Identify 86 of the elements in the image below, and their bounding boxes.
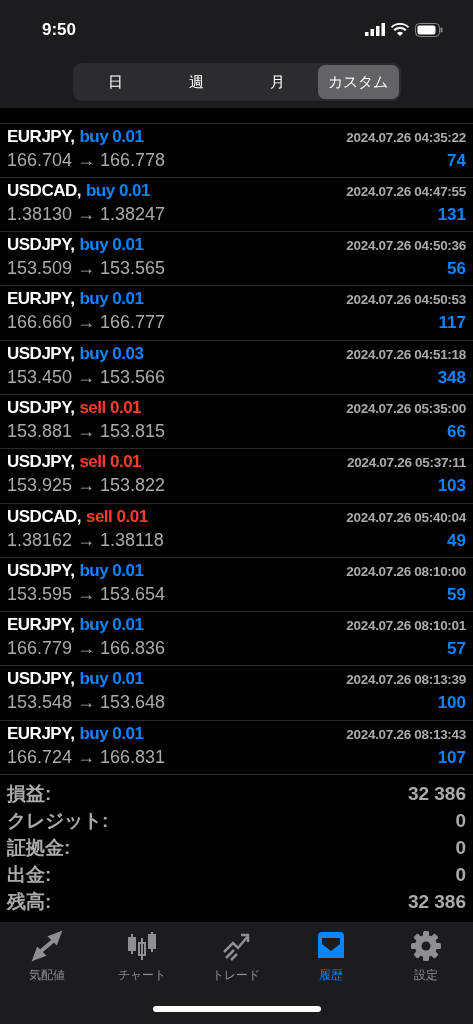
deal-time: 2024.07.26 04:50:53 (346, 292, 466, 308)
deal-prices: 166.660 → 166.777 (7, 312, 166, 334)
deal-symbol: EURJPY, (7, 126, 75, 147)
deal-side: sell 0.01 (85, 506, 148, 527)
deal-profit: 59 (447, 584, 466, 605)
deal-profit: 117 (438, 313, 466, 334)
period-segment[interactable]: 週 (155, 65, 237, 99)
deal-time: 2024.07.26 08:13:43 (346, 726, 466, 742)
deal-side: buy 0.01 (79, 235, 144, 256)
deal-prices: 153.595 → 153.654 (7, 583, 166, 605)
deal-time: 2024.07.26 04:35:22 (346, 129, 466, 145)
summary-label: 証拠金: (7, 836, 71, 861)
deal-prices: 153.881 → 153.815 (7, 420, 166, 442)
deal-side: sell 0.01 (79, 452, 142, 473)
deal-profit: 100 (437, 693, 466, 714)
deal-prices: 153.925 → 153.822 (7, 475, 166, 497)
period-segment[interactable]: 日 (74, 65, 156, 99)
wifi-icon (391, 23, 409, 36)
deal-side: buy 0.03 (79, 343, 144, 364)
deal-profit: 49 (447, 530, 466, 551)
deal-side: buy 0.01 (79, 289, 144, 310)
deal-prices: 166.724 → 166.831 (7, 746, 166, 768)
signal-icon (365, 23, 385, 36)
deal-symbol: USDCAD, (7, 180, 81, 201)
deal-side: buy 0.01 (79, 723, 144, 744)
deal-symbol: USDJPY, (7, 397, 75, 418)
summary-label: 出金: (7, 863, 52, 888)
deal-symbol: USDJPY, (7, 235, 75, 256)
deal-symbol: EURJPY, (7, 723, 75, 744)
deal-prices: 1.38130 → 1.38247 (7, 203, 166, 225)
deal-prices: 153.450 → 153.566 (7, 366, 166, 388)
deal-prices: 153.509 → 153.565 (7, 258, 166, 280)
deal-side: buy 0.01 (85, 180, 150, 201)
deal-prices: 166.779 → 166.836 (7, 638, 166, 660)
status-time: 9:50 (42, 19, 77, 40)
deal-prices: 153.548 → 153.648 (7, 692, 166, 714)
deal-profit: 56 (447, 259, 466, 280)
deal-time: 2024.07.26 08:13:39 (346, 672, 466, 688)
deal-side: buy 0.01 (79, 560, 144, 581)
tab-bar-item[interactable]: トレード (189, 929, 284, 984)
candlestick-icon (125, 929, 158, 962)
deal-symbol: EURJPY, (7, 289, 75, 310)
deal-profit: 103 (437, 476, 466, 497)
period-segment[interactable]: カスタム (317, 65, 399, 99)
deal-profit: 66 (447, 421, 466, 442)
deal-time: 2024.07.26 08:10:01 (346, 618, 466, 634)
summary-label: クレジット: (7, 809, 109, 834)
deal-side: buy 0.01 (79, 669, 144, 690)
deal-symbol: USDJPY, (7, 343, 75, 364)
summary-value: 0 (455, 864, 466, 887)
summary-label: 損益: (7, 782, 52, 807)
deal-time: 2024.07.26 05:40:04 (346, 509, 466, 525)
deal-symbol: USDJPY, (7, 669, 75, 690)
tab-bar-item[interactable]: 設定 (378, 929, 473, 984)
deal-profit: 107 (437, 747, 466, 768)
deal-side: sell 0.01 (79, 397, 142, 418)
deal-time: 2024.07.26 04:50:36 (346, 238, 466, 254)
summary-value: 0 (455, 837, 466, 860)
deal-side: buy 0.01 (79, 126, 144, 147)
deal-profit: 74 (447, 150, 466, 171)
tab-bar-item[interactable]: 気配値 (0, 929, 95, 984)
deal-time: 2024.07.26 05:37:11 (347, 455, 466, 471)
settings-icon (409, 929, 442, 962)
deal-time: 2024.07.26 04:51:18 (346, 346, 466, 362)
deal-time: 2024.07.26 08:10:00 (346, 563, 466, 579)
tab-bar-item[interactable]: チャート (94, 929, 190, 984)
deal-symbol: USDCAD, (7, 506, 81, 527)
deal-profit: 57 (447, 639, 466, 660)
summary-value: 32 386 (407, 891, 466, 914)
arrows-icon (31, 929, 64, 962)
deal-time: 2024.07.26 04:47:55 (346, 183, 466, 199)
summary-value: 0 (455, 810, 466, 833)
deal-profit: 131 (437, 204, 466, 225)
summary-label: 残高: (7, 890, 52, 915)
tab-bar-item[interactable]: 履歴 (283, 929, 379, 984)
deal-prices: 166.704 → 166.778 (7, 149, 166, 171)
deal-symbol: USDJPY, (7, 560, 75, 581)
deal-time: 2024.07.26 05:35:00 (346, 400, 466, 416)
deal-symbol: EURJPY, (7, 615, 75, 636)
battery-icon (415, 22, 443, 37)
deal-profit: 348 (437, 367, 466, 388)
deal-symbol: USDJPY, (7, 452, 75, 473)
summary-value: 32 386 (407, 783, 466, 806)
period-segment[interactable]: 月 (236, 65, 318, 99)
deal-prices: 1.38162 → 1.38118 (7, 529, 164, 551)
deal-side: buy 0.01 (79, 615, 144, 636)
